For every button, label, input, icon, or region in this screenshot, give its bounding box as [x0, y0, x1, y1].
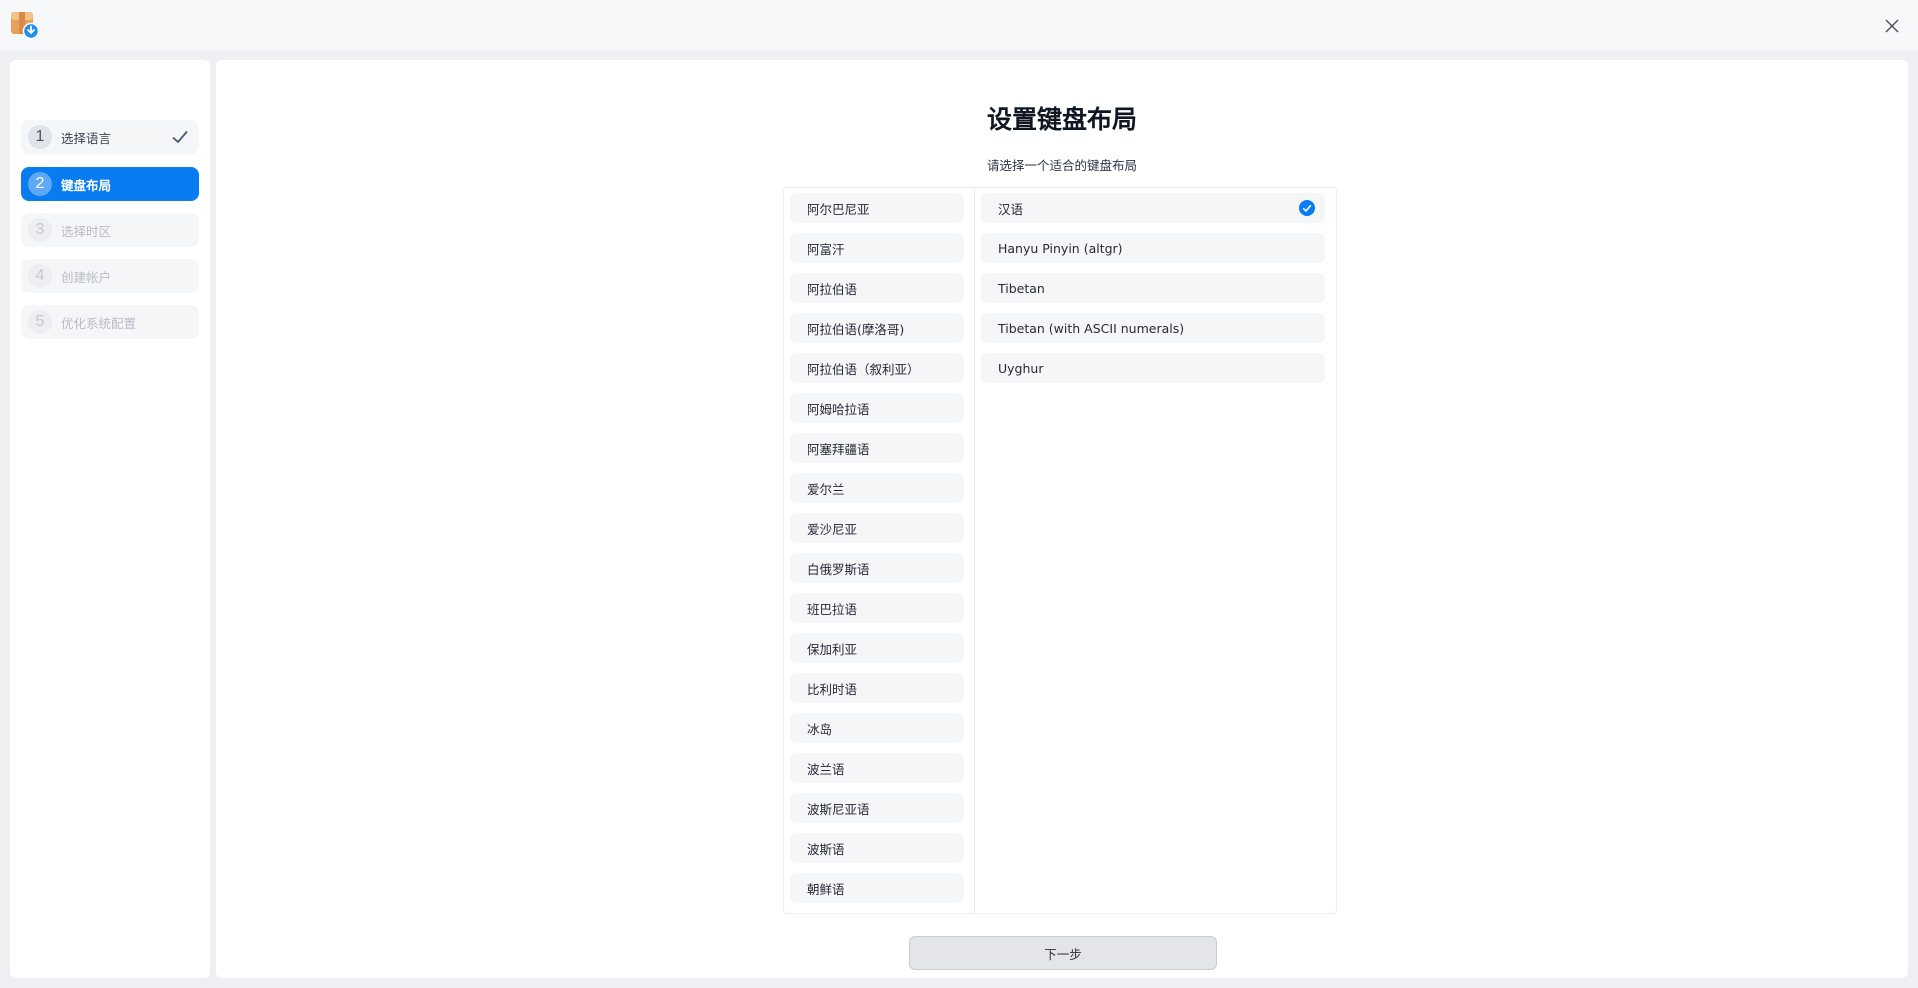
list-item[interactable]: 爱沙尼亚 — [790, 513, 964, 543]
list-item[interactable]: 白俄罗斯语 — [790, 553, 964, 583]
step-number: 2 — [28, 172, 52, 196]
page-title: 设置键盘布局 — [986, 105, 1137, 134]
list-item[interactable]: 阿富汗 — [790, 233, 964, 263]
list-item[interactable]: 保加利亚 — [790, 633, 964, 663]
next-button[interactable]: 下一步 — [909, 936, 1217, 970]
keyboard-layout-lists: 阿尔巴尼亚 阿富汗 阿拉伯语 阿拉伯语(摩洛哥) 阿拉伯语（叙利亚） 阿姆哈拉语… — [783, 187, 1337, 914]
page-subtitle: 请选择一个适合的键盘布局 — [986, 158, 1137, 173]
close-icon[interactable] — [1884, 18, 1900, 34]
list-item[interactable]: 阿拉伯语(摩洛哥) — [790, 313, 964, 343]
list-item[interactable]: 阿拉伯语 — [790, 273, 964, 303]
list-item[interactable]: 阿姆哈拉语 — [790, 393, 964, 423]
list-item[interactable]: 爱尔兰 — [790, 473, 964, 503]
variant-item[interactable]: Tibetan — [981, 273, 1325, 303]
list-item[interactable]: 阿拉伯语（叙利亚） — [790, 353, 964, 383]
variant-item-selected[interactable]: 汉语 — [981, 193, 1325, 223]
variant-list[interactable]: 汉语 Hanyu Pinyin (altgr) Tibetan Tibetan … — [975, 188, 1337, 913]
list-item[interactable]: 波斯尼亚语 — [790, 793, 964, 823]
layout-list[interactable]: 阿尔巴尼亚 阿富汗 阿拉伯语 阿拉伯语(摩洛哥) 阿拉伯语（叙利亚） 阿姆哈拉语… — [784, 188, 974, 913]
variant-item[interactable]: Hanyu Pinyin (altgr) — [981, 233, 1325, 263]
step-select-language[interactable]: 1 选择语言 — [21, 120, 199, 154]
step-label: 键盘布局 — [61, 177, 112, 193]
checkmark-icon — [172, 130, 188, 144]
step-create-account: 4 创建帐户 — [21, 259, 199, 293]
variant-item[interactable]: Tibetan (with ASCII numerals) — [981, 313, 1325, 343]
list-item[interactable]: 朝鲜语 — [790, 873, 964, 903]
step-number: 3 — [28, 218, 52, 242]
step-keyboard-layout[interactable]: 2 键盘布局 — [21, 167, 199, 201]
step-number: 4 — [28, 264, 52, 288]
package-download-icon — [11, 12, 40, 40]
list-item[interactable]: 比利时语 — [790, 673, 964, 703]
step-select-timezone: 3 选择时区 — [21, 213, 199, 247]
title-bar — [0, 0, 1918, 50]
step-label: 选择时区 — [61, 223, 112, 239]
main-panel: 设置键盘布局 请选择一个适合的键盘布局 阿尔巴尼亚 阿富汗 阿拉伯语 阿拉伯语(… — [216, 60, 1908, 978]
list-item[interactable]: 阿塞拜疆语 — [790, 433, 964, 463]
step-number: 5 — [28, 310, 52, 334]
step-label: 选择语言 — [61, 130, 112, 146]
list-item[interactable]: 阿尔巴尼亚 — [790, 193, 964, 223]
step-number: 1 — [28, 125, 52, 149]
selected-check-icon — [1299, 200, 1315, 216]
step-label: 创建帐户 — [61, 269, 112, 285]
step-optimize-system: 5 优化系统配置 — [21, 305, 199, 339]
list-item[interactable]: 波斯语 — [790, 833, 964, 863]
variant-label: 汉语 — [998, 201, 1024, 217]
list-item[interactable]: 班巴拉语 — [790, 593, 964, 623]
variant-item[interactable]: Uyghur — [981, 353, 1325, 383]
list-item[interactable]: 波兰语 — [790, 753, 964, 783]
steps-sidebar: 1 选择语言 2 键盘布局 3 选择时区 4 创建帐户 5 优化系统配置 — [10, 60, 210, 978]
step-label: 优化系统配置 — [61, 315, 137, 331]
list-item[interactable]: 冰岛 — [790, 713, 964, 743]
